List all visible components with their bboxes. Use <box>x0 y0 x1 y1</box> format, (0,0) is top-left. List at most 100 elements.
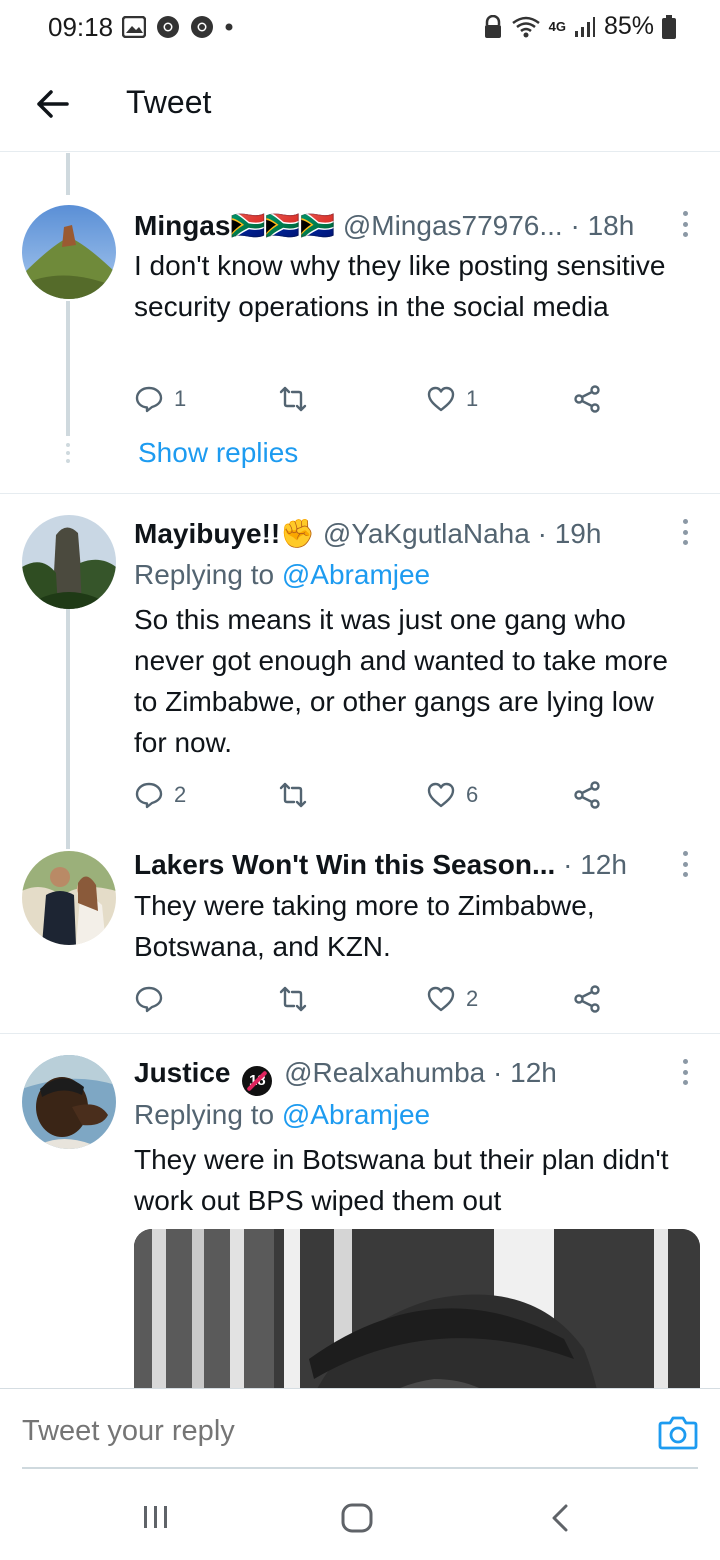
battery-icon <box>662 14 676 39</box>
battery-percent: 85% <box>603 12 654 40</box>
author-handle[interactable]: @YaKgutlaNaha <box>323 518 530 549</box>
age-18-badge: 18 <box>242 1066 273 1096</box>
like-count: 2 <box>466 986 479 1011</box>
dot-icon <box>225 23 233 31</box>
tweet[interactable]: Mayibuye!!✊ @YaKgutlaNaha · 19h Replying… <box>0 493 720 835</box>
recent-apps-button[interactable] <box>140 1502 172 1537</box>
share-button[interactable] <box>572 777 602 813</box>
author-name[interactable]: Mayibuye!!✊ <box>134 518 315 549</box>
replying-to: Replying to @Abramjee <box>134 1099 430 1131</box>
tweet-time: · 12h <box>493 1057 557 1088</box>
more-options-icon[interactable] <box>680 211 690 237</box>
tweet-feed[interactable]: Mingas🇿🇦🇿🇦🇿🇦 @Mingas77976... · 18h I don… <box>0 153 720 1388</box>
retweet-icon <box>279 386 307 412</box>
tweet-text: They were in Botswana but their plan did… <box>134 1144 669 1216</box>
camera-icon <box>658 1416 698 1450</box>
more-options-icon[interactable] <box>680 1059 690 1085</box>
tweet-time: · 12h <box>563 849 627 880</box>
gallery-icon <box>122 16 146 38</box>
status-bar: 09:18 4G 85% <box>0 0 720 58</box>
reply-icon <box>135 986 163 1013</box>
tweet-header: Lakers Won't Win this Season... · 12h <box>134 849 676 881</box>
reply-icon <box>135 782 163 809</box>
tweet-time: · 19h <box>537 518 602 549</box>
tweet[interactable]: Justice 18 @Realxahumba · 12h Replying t… <box>0 1033 720 1388</box>
retweet-button[interactable] <box>278 381 318 417</box>
share-icon <box>574 781 600 809</box>
reply-underline <box>22 1467 698 1469</box>
replying-to: Replying to @Abramjee <box>134 559 430 591</box>
heart-icon <box>427 386 455 412</box>
tweet-header: Justice 18 @Realxahumba · 12h <box>134 1057 676 1096</box>
share-icon <box>574 985 600 1013</box>
tweet-header: Mingas🇿🇦🇿🇦🇿🇦 @Mingas77976... · 18h <box>134 209 676 242</box>
chrome-icon <box>157 16 179 38</box>
heart-icon <box>427 782 455 808</box>
camera-button[interactable] <box>658 1413 698 1451</box>
reply-button[interactable] <box>134 981 174 1017</box>
retweet-button[interactable] <box>278 981 318 1017</box>
replying-label: Replying to <box>134 1099 275 1130</box>
more-options-icon[interactable] <box>680 851 690 877</box>
share-button[interactable] <box>572 981 602 1017</box>
author-name[interactable]: Mingas🇿🇦🇿🇦🇿🇦 <box>134 210 335 241</box>
avatar[interactable] <box>22 851 116 945</box>
share-icon <box>574 385 600 413</box>
chevron-left-icon <box>552 1504 568 1532</box>
status-time: 09:18 <box>48 12 114 42</box>
replying-label: Replying to <box>134 559 275 590</box>
share-button[interactable] <box>572 381 602 417</box>
more-options-icon[interactable] <box>680 519 690 545</box>
back-nav-button[interactable] <box>546 1502 574 1539</box>
tweet-text: So this means it was just one gang who n… <box>134 604 668 758</box>
like-count: 1 <box>466 386 479 411</box>
system-icons: 4G 85% <box>483 12 676 41</box>
mention-link[interactable]: @Abramjee <box>282 559 430 590</box>
author-name[interactable]: Lakers Won't Win this Season... <box>134 849 555 880</box>
reply-input[interactable] <box>22 1415 622 1448</box>
back-button[interactable] <box>30 82 74 126</box>
avatar[interactable] <box>22 1055 116 1149</box>
wifi-icon <box>511 16 540 37</box>
chrome-icon-2 <box>191 16 213 38</box>
retweet-icon <box>279 782 307 808</box>
author-handle[interactable]: @Realxahumba <box>284 1057 485 1088</box>
tweet[interactable]: Lakers Won't Win this Season... · 12h Th… <box>0 835 720 1033</box>
network-type: 4G <box>548 19 566 34</box>
tweet-time: · 18h <box>570 210 635 241</box>
reply-count: 2 <box>174 782 187 807</box>
retweet-button[interactable] <box>278 777 318 813</box>
notification-icons <box>122 15 234 39</box>
lock-icon <box>484 14 501 38</box>
reply-count: 1 <box>174 386 187 411</box>
tweet-actions: 2 <box>134 981 614 1017</box>
avatar[interactable] <box>22 205 116 299</box>
reply-composer <box>0 1388 720 1474</box>
reply-button[interactable]: 1 <box>134 381 186 417</box>
home-icon <box>341 1503 373 1533</box>
app-header: Tweet <box>0 60 720 152</box>
mention-link[interactable]: @Abramjee <box>282 1099 430 1130</box>
like-button[interactable]: 2 <box>426 981 478 1017</box>
heart-icon <box>427 986 455 1012</box>
tweet-media-image[interactable] <box>134 1229 700 1388</box>
tweet-actions: 1 1 <box>134 381 614 417</box>
retweet-icon <box>279 986 307 1012</box>
system-navigation-bar <box>0 1474 720 1560</box>
reply-button[interactable]: 2 <box>134 777 186 813</box>
author-name[interactable]: Justice <box>134 1057 231 1088</box>
like-button[interactable]: 6 <box>426 777 478 813</box>
arrow-left-icon <box>37 90 69 118</box>
author-handle[interactable]: @Mingas77976... <box>343 210 563 241</box>
home-button[interactable] <box>340 1502 374 1539</box>
tweet-actions: 2 6 <box>134 777 614 813</box>
tweet[interactable]: Mingas🇿🇦🇿🇦🇿🇦 @Mingas77976... · 18h I don… <box>0 153 720 493</box>
like-button[interactable]: 1 <box>426 381 478 417</box>
signal-icon <box>574 16 595 37</box>
page-title: Tweet <box>126 84 212 120</box>
avatar[interactable] <box>22 515 116 609</box>
show-replies-link[interactable]: Show replies <box>138 437 298 469</box>
recent-apps-icon <box>144 1506 167 1528</box>
reply-icon <box>135 386 163 413</box>
tweet-text: They were taking more to Zimbabwe, Botsw… <box>134 890 595 962</box>
